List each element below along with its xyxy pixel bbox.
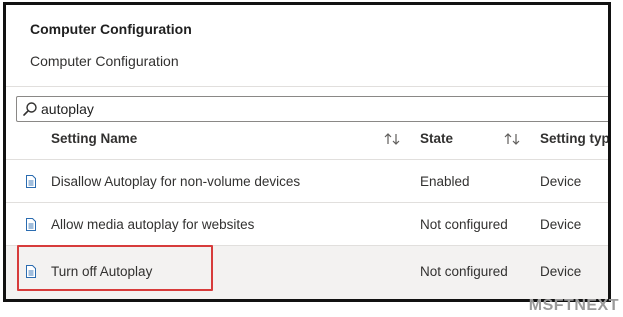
search-icon: [23, 102, 37, 116]
setting-type-cell: Device: [540, 264, 582, 279]
panel-title: Computer Configuration: [30, 21, 192, 37]
column-header-setting-type[interactable]: Setting type: [540, 131, 608, 146]
table-row[interactable]: Allow media autoplay for websites Not co…: [6, 203, 608, 245]
search-input[interactable]: autoplay: [41, 101, 94, 117]
panel-subtitle: Computer Configuration: [30, 53, 179, 69]
document-icon: [26, 175, 36, 188]
settings-panel: Computer Configuration Computer Configur…: [3, 2, 611, 302]
sort-icon[interactable]: [503, 132, 521, 146]
column-header-state[interactable]: State: [420, 131, 453, 146]
header-divider: [6, 86, 608, 87]
highlight-box: [17, 245, 213, 291]
document-icon: [26, 218, 36, 231]
state-cell: Enabled: [420, 174, 470, 189]
table-row[interactable]: Disallow Autoplay for non-volume devices…: [6, 160, 608, 202]
setting-name-cell: Disallow Autoplay for non-volume devices: [51, 174, 301, 189]
watermark: MSFTNEXT: [528, 297, 619, 314]
setting-type-cell: Device: [540, 174, 582, 189]
search-box[interactable]: autoplay: [16, 96, 608, 122]
state-cell: Not configured: [420, 217, 508, 232]
setting-type-cell: Device: [540, 217, 582, 232]
sort-icon[interactable]: [383, 132, 401, 146]
state-cell: Not configured: [420, 264, 508, 279]
setting-name-cell: Allow media autoplay for websites: [51, 217, 255, 232]
column-header-setting-name[interactable]: Setting Name: [51, 131, 137, 146]
